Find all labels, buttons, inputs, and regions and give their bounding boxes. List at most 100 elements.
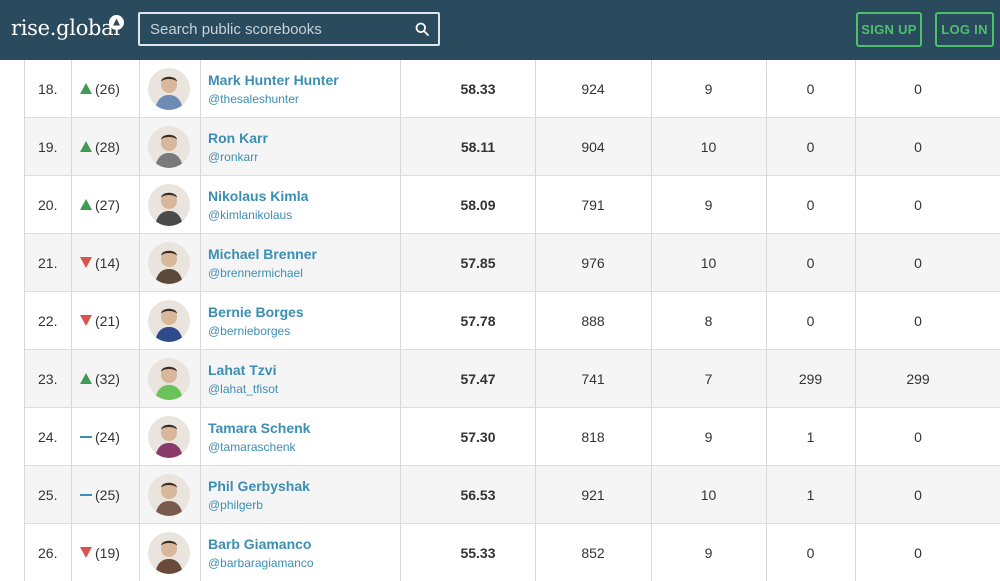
rank-change: (24) xyxy=(80,408,120,465)
rank-number: 20. xyxy=(38,196,58,213)
avatar[interactable] xyxy=(148,299,190,342)
person-handle-link[interactable]: @lahat_tfisot xyxy=(208,381,278,397)
avatar[interactable] xyxy=(148,531,190,574)
column-divider xyxy=(400,176,401,233)
metric-2-value: 7 xyxy=(704,370,713,387)
metric-2-value: 10 xyxy=(700,254,717,271)
column-divider xyxy=(139,176,140,233)
metric-3-value: 0 xyxy=(806,544,815,561)
table-row: 22. (21) Bernie Borges @bernieborges 57.78 88… xyxy=(25,292,1000,350)
rank-change: (21) xyxy=(80,292,120,349)
rank-number: 19. xyxy=(38,138,58,155)
previous-rank: (25) xyxy=(95,486,120,503)
arrow-up-icon xyxy=(80,81,92,97)
rank-change: (25) xyxy=(80,466,120,523)
person-handle-link[interactable]: @tamaraschenk xyxy=(208,439,296,455)
arrow-up-icon xyxy=(80,371,92,387)
metric-1-value: 924 xyxy=(581,80,605,97)
avatar[interactable] xyxy=(148,125,190,168)
person-handle-link[interactable]: @philgerb xyxy=(208,497,263,513)
person-cell: Nikolaus Kimla @kimlanikolaus xyxy=(208,176,308,233)
person-name-link[interactable]: Lahat Tzvi xyxy=(208,361,276,379)
avatar[interactable] xyxy=(148,415,190,458)
rank-change: (19) xyxy=(80,524,120,581)
avatar[interactable] xyxy=(148,67,190,110)
avatar-cell xyxy=(148,60,190,117)
person-name-link[interactable]: Bernie Borges xyxy=(208,303,304,321)
person-cell: Michael Brenner @brennermichael xyxy=(208,234,317,291)
person-cell: Ron Karr @ronkarr xyxy=(208,118,268,175)
metric-4-value: 0 xyxy=(914,80,922,97)
sign-up-button[interactable]: SIGN UP xyxy=(856,12,922,47)
rank-number: 24. xyxy=(38,428,58,445)
metric-3-value: 1 xyxy=(806,428,815,445)
person-handle-link[interactable]: @barbaragiamanco xyxy=(208,555,314,571)
person-name-link[interactable]: Nikolaus Kimla xyxy=(208,187,308,205)
metric-1-value: 741 xyxy=(581,370,605,387)
table-row: 18. (26) Mark Hunter Hunter @thesaleshunter… xyxy=(25,60,1000,118)
column-divider xyxy=(200,524,201,581)
column-divider xyxy=(200,408,201,465)
column-divider xyxy=(139,234,140,291)
top-navigation-bar: rise.global SIGN UP LOG IN xyxy=(0,0,1000,60)
person-handle-link[interactable]: @ronkarr xyxy=(208,149,258,165)
table-row: 21. (14) Michael Brenner @brennermichael 57.… xyxy=(25,234,1000,292)
table-row: 25. (25) Phil Gerbyshak @philgerb 56.53 921 10… xyxy=(25,466,1000,524)
person-cell: Phil Gerbyshak @philgerb xyxy=(208,466,310,523)
person-handle-link[interactable]: @kimlanikolaus xyxy=(208,207,292,223)
avatar[interactable] xyxy=(148,241,190,284)
column-divider xyxy=(71,466,72,523)
avatar[interactable] xyxy=(148,183,190,226)
metric-4-value: 0 xyxy=(914,428,922,445)
column-divider xyxy=(200,176,201,233)
log-in-button[interactable]: LOG IN xyxy=(935,12,994,47)
column-divider xyxy=(400,60,401,117)
column-divider xyxy=(200,60,201,117)
avatar-cell xyxy=(148,408,190,465)
person-name-link[interactable]: Barb Giamanco xyxy=(208,535,311,553)
person-handle-link[interactable]: @thesaleshunter xyxy=(208,91,299,107)
score-value: 58.33 xyxy=(460,80,496,97)
rank-change: (28) xyxy=(80,118,120,175)
person-cell: Lahat Tzvi @lahat_tfisot xyxy=(208,350,278,407)
column-divider xyxy=(400,408,401,465)
metric-1-value: 818 xyxy=(581,428,605,445)
metric-1-value: 921 xyxy=(581,486,605,503)
table-row: 26. (19) Barb Giamanco @barbaragiamanco 55.3… xyxy=(25,524,1000,581)
column-divider xyxy=(71,350,72,407)
person-name-link[interactable]: Phil Gerbyshak xyxy=(208,477,310,495)
person-name-link[interactable]: Tamara Schenk xyxy=(208,419,310,437)
metric-4-value: 0 xyxy=(914,138,922,155)
metric-3-value: 299 xyxy=(798,370,823,387)
column-divider xyxy=(400,350,401,407)
score-value: 56.53 xyxy=(460,486,496,503)
score-value: 57.47 xyxy=(460,370,496,387)
avatar[interactable] xyxy=(148,473,190,516)
search-box[interactable] xyxy=(138,12,440,46)
metric-2-value: 9 xyxy=(704,544,713,561)
column-divider xyxy=(139,466,140,523)
column-divider xyxy=(71,524,72,581)
avatar-cell xyxy=(148,234,190,291)
metric-2-value: 10 xyxy=(700,486,717,503)
metric-2-value: 9 xyxy=(704,80,713,97)
person-handle-link[interactable]: @brennermichael xyxy=(208,265,303,281)
column-divider xyxy=(200,234,201,291)
column-divider xyxy=(71,60,72,117)
rank-change: (27) xyxy=(80,176,120,233)
score-value: 58.11 xyxy=(460,138,496,155)
person-cell: Barb Giamanco @barbaragiamanco xyxy=(208,524,314,581)
search-icon[interactable] xyxy=(415,22,429,36)
person-handle-link[interactable]: @bernieborges xyxy=(208,323,290,339)
metric-1-value: 852 xyxy=(581,544,605,561)
site-logo[interactable]: rise.global xyxy=(11,16,120,40)
person-name-link[interactable]: Mark Hunter Hunter xyxy=(208,71,339,89)
table-row: 24. (24) Tamara Schenk @tamaraschenk 57.30 81… xyxy=(25,408,1000,466)
metric-4-value: 0 xyxy=(914,254,922,271)
person-name-link[interactable]: Ron Karr xyxy=(208,129,268,147)
person-name-link[interactable]: Michael Brenner xyxy=(208,245,317,263)
column-divider xyxy=(200,466,201,523)
avatar[interactable] xyxy=(148,357,190,400)
arrow-up-icon xyxy=(80,139,92,155)
search-input[interactable] xyxy=(140,14,410,44)
